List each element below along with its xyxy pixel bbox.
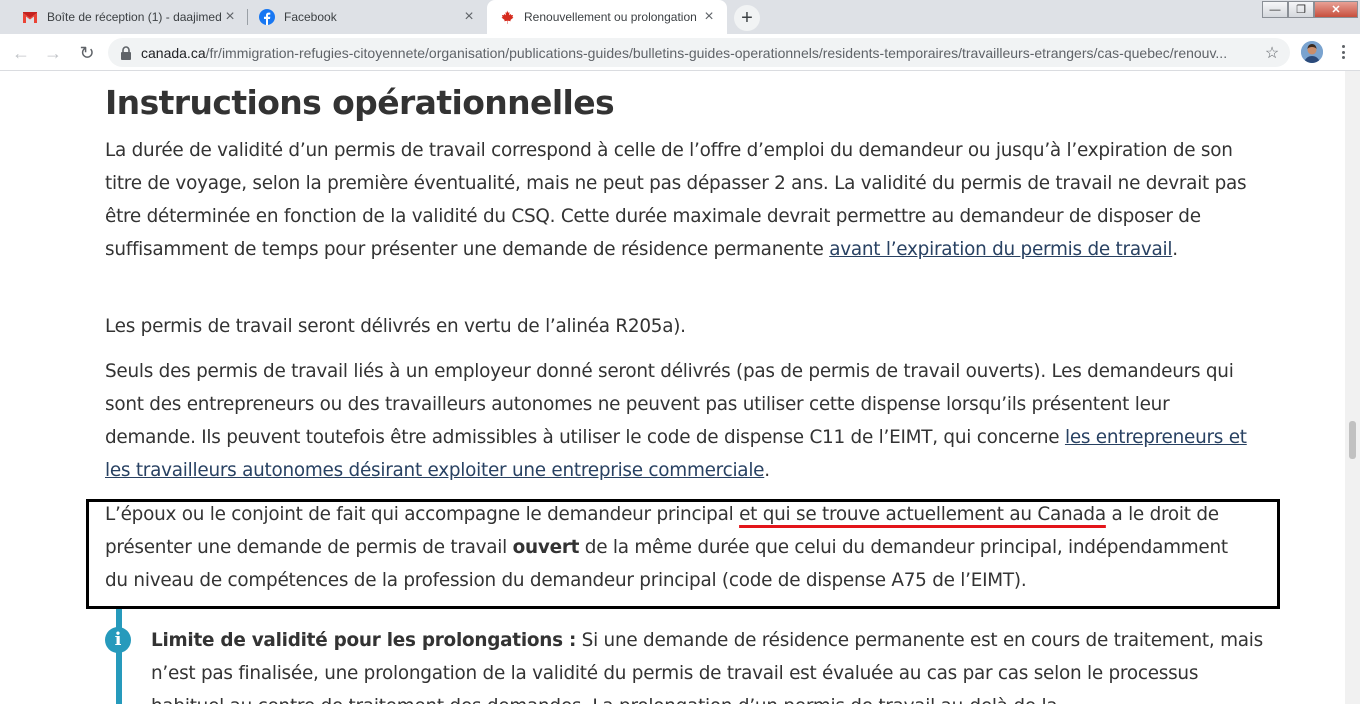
paragraph-r205a: Les permis de travail seront délivrés en…	[105, 316, 686, 337]
paragraph-text: L’époux ou le conjoint de fait qui accom…	[105, 504, 740, 525]
tab-close-icon[interactable]: ×	[461, 9, 477, 25]
page-content: Instructions opérationnelles La durée de…	[0, 71, 1345, 704]
tab-close-icon[interactable]: ×	[701, 9, 717, 25]
browser-toolbar: ← → ↻ canada.ca/fr/immigration-refugies-…	[0, 34, 1360, 71]
link-before-expiry[interactable]: avant l’expiration du permis de travail	[829, 239, 1172, 260]
paragraph-end: .	[1172, 239, 1178, 260]
url-path: /fr/immigration-refugies-citoyennete/org…	[205, 44, 1228, 61]
info-alert-text: Limite de validité pour les prolongation…	[151, 624, 1271, 704]
tab-gmail[interactable]: Boîte de réception (1) - daajimed ×	[0, 0, 248, 34]
paragraph-end: .	[764, 460, 770, 481]
canada-maple-leaf-icon	[499, 9, 515, 25]
back-button[interactable]: ←	[9, 41, 33, 65]
minimize-button[interactable]: —	[1262, 1, 1288, 18]
tab-strip: Boîte de réception (1) - daajimed × Face…	[0, 0, 1360, 34]
page-heading: Instructions opérationnelles	[105, 83, 615, 122]
address-bar[interactable]: canada.ca/fr/immigration-refugies-citoye…	[108, 38, 1290, 67]
scrollbar-thumb[interactable]	[1349, 421, 1356, 459]
maximize-button[interactable]: ❐	[1288, 1, 1314, 18]
info-icon: i	[105, 627, 131, 653]
lock-icon	[120, 45, 132, 60]
paragraph-spouse: L’époux ou le conjoint de fait qui accom…	[105, 498, 1255, 597]
tab-canada-active[interactable]: Renouvellement ou prolongation ×	[487, 0, 727, 34]
tab-facebook[interactable]: Facebook ×	[237, 0, 487, 34]
menu-kebab-icon[interactable]	[1335, 42, 1351, 62]
paragraph-employer-specific: Seuls des permis de travail liés à un em…	[105, 355, 1255, 487]
info-alert-title: Limite de validité pour les prolongation…	[151, 630, 577, 651]
tab-title: Facebook	[284, 10, 337, 24]
tab-title: Boîte de réception (1) - daajimed	[47, 10, 222, 24]
new-tab-button[interactable]: +	[734, 5, 760, 31]
tab-close-icon[interactable]: ×	[222, 9, 238, 25]
bookmark-star-icon[interactable]: ☆	[1262, 43, 1282, 63]
info-alert-bar	[116, 609, 122, 704]
bold-word-ouvert: ouvert	[512, 537, 580, 558]
gmail-icon	[22, 9, 38, 25]
reload-button[interactable]: ↻	[75, 41, 99, 65]
url-domain: canada.ca	[141, 44, 206, 61]
tab-title: Renouvellement ou prolongation	[524, 10, 697, 24]
facebook-icon	[259, 9, 275, 25]
page-scrollbar[interactable]	[1345, 71, 1360, 704]
forward-button[interactable]: →	[41, 41, 65, 65]
close-window-button[interactable]: ✕	[1314, 1, 1358, 18]
profile-avatar[interactable]	[1301, 41, 1323, 63]
red-underlined-phrase: et qui se trouve actuellement au Canada	[739, 504, 1106, 525]
paragraph-validity: La durée de validité d’un permis de trav…	[105, 134, 1255, 266]
url-text: canada.ca/fr/immigration-refugies-citoye…	[141, 45, 1262, 61]
